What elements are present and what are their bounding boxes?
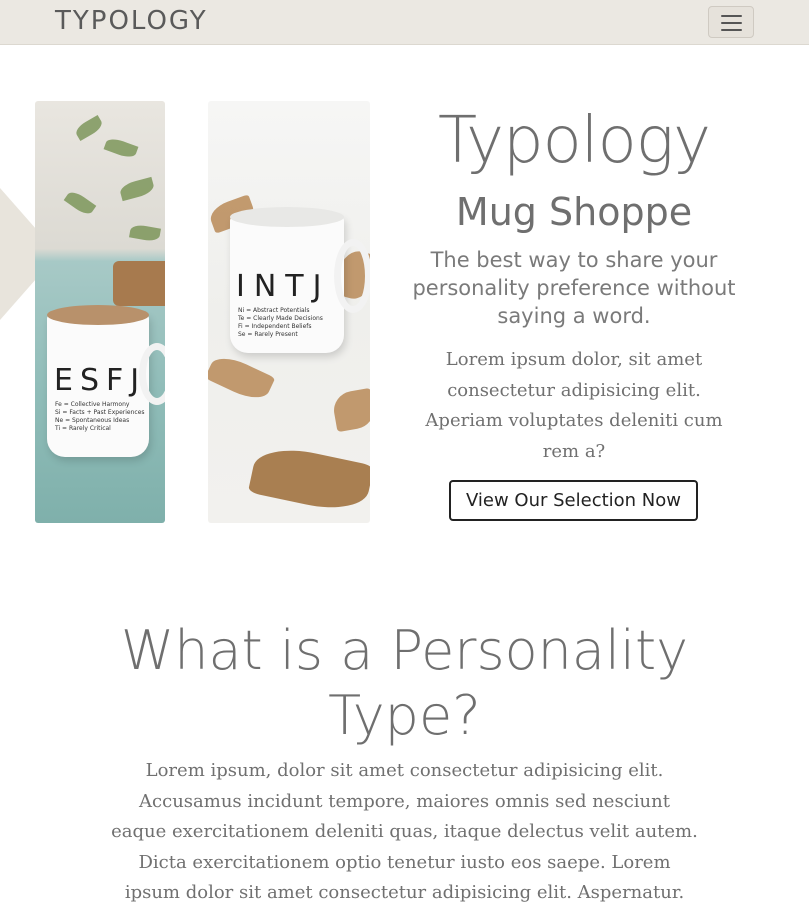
section-title: What is a Personality Type? [120, 619, 689, 747]
dried-leaf [331, 387, 370, 433]
hamburger-menu-icon [721, 15, 742, 17]
mug-type-code: INTJ [236, 269, 331, 304]
mug-function-line: Fi = Independent Beliefs [238, 323, 312, 330]
mug-rim [230, 207, 344, 227]
dried-leaf [208, 350, 276, 406]
plant-leaf [129, 223, 161, 243]
plant-leaf [63, 188, 97, 218]
mug-type-code: ESFJ [54, 363, 147, 398]
hero-title: Typology [438, 104, 711, 178]
mug-function-line: Fe = Collective Harmony [55, 401, 130, 408]
hamburger-menu-icon-bar [721, 29, 742, 31]
mug-function-line: Te = Clearly Made Decisions [238, 315, 323, 322]
mug-function-line: Ti = Rarely Critical [55, 425, 111, 432]
hero-body-text: Lorem ipsum dolor, sit amet consectetur … [425, 349, 723, 462]
view-selection-button[interactable]: View Our Selection Now [449, 480, 698, 521]
mug-function-line: Se = Rarely Present [238, 331, 298, 338]
mug-handle [334, 239, 370, 313]
mug-function-lines: Fe = Collective Harmony Si = Facts + Pas… [55, 401, 145, 433]
mug-function-line: Si = Facts + Past Experiences [55, 409, 145, 416]
navbar-toggle-button[interactable] [708, 6, 754, 38]
hamburger-menu-icon-bar [721, 22, 742, 24]
navbar: TYPOLOGY [0, 0, 809, 45]
wooden-board [113, 261, 165, 306]
mug-function-line: Ni = Abstract Potentials [238, 307, 310, 314]
hero-tagline: The best way to share your personality p… [412, 248, 736, 328]
product-image-intj-mug: INTJ Ni = Abstract Potentials Te = Clear… [208, 101, 370, 523]
plant-leaf [73, 114, 105, 142]
product-image-esfj-mug: ESFJ Fe = Collective Harmony Si = Facts … [35, 101, 165, 523]
mug-rim [47, 305, 149, 325]
mug-function-line: Ne = Spontaneous Ideas [55, 417, 130, 424]
hero-subtitle: Mug Shoppe [455, 190, 693, 234]
brand-logo[interactable]: TYPOLOGY [55, 6, 208, 36]
plant-leaf [118, 176, 156, 202]
plant-leaf [103, 135, 139, 161]
dried-leaf [247, 441, 370, 517]
intj-mug: INTJ Ni = Abstract Potentials Te = Clear… [230, 207, 370, 353]
mug-function-lines: Ni = Abstract Potentials Te = Clearly Ma… [238, 307, 323, 339]
esfj-mug: ESFJ Fe = Collective Harmony Si = Facts … [47, 305, 165, 457]
